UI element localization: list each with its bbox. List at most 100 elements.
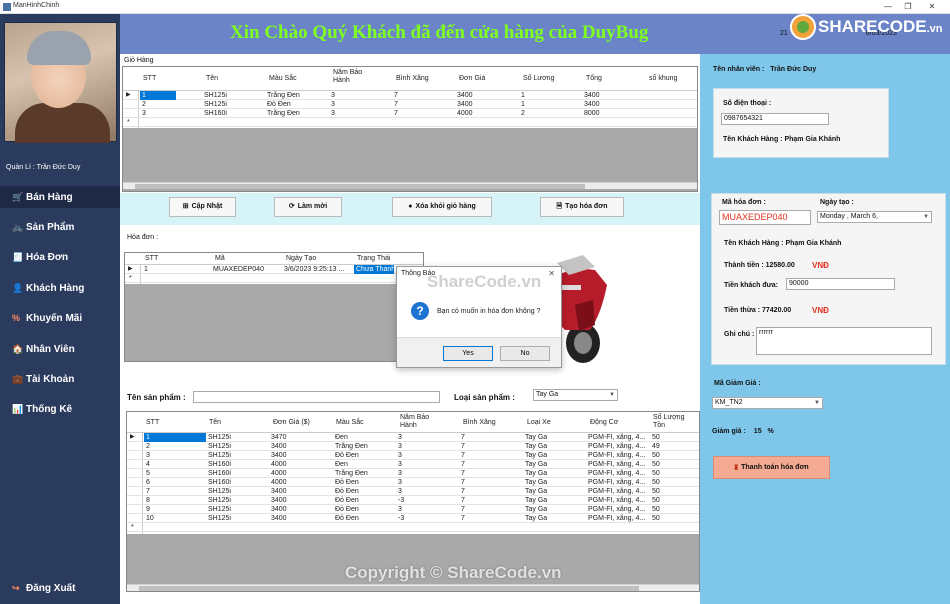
cell: 7 [461,452,465,459]
new-row[interactable]: * [123,118,697,127]
window-title: ManHinhChinh [13,2,60,9]
cell: 7 [461,479,465,486]
cell: 50 [652,452,660,459]
note-textarea[interactable]: rrrrrr [756,327,932,355]
sidebar-item-label: Hóa Đơn [26,252,69,263]
cell: 7 [461,506,465,513]
table-row[interactable]: 10 SH125i 3400 Đỏ Đen -3 7 Tay Ga PGM-FI… [127,514,699,523]
sidebar-item-customers[interactable]: 👤 Khách Hàng [0,277,120,299]
create-invoice-label: Tạo hóa đơn [565,203,608,210]
col-header: số khung [649,75,678,82]
cell: 7 [461,497,465,504]
paid-input[interactable]: 90000 [786,278,895,290]
phone-input[interactable]: 0987654321 [721,113,829,125]
sidebar-item-label: Bán Hàng [26,192,73,203]
cell: 7 [461,434,465,441]
cell: Trắng Đen [335,470,368,477]
sidebar-item-statistics[interactable]: 📊 Thống Kê [0,398,120,420]
cart-hscrollbar[interactable] [123,182,697,189]
sidebar-item-products[interactable]: 🚲 Sản Phẩm [0,216,120,238]
total-currency: VNĐ [812,261,829,270]
created-date-picker[interactable]: Monday , March 6, ▼ [817,211,932,223]
logo-text: SHARECODE [818,17,927,36]
cell: SH125i [208,506,231,513]
paid-label: Tiền khách đưa: [724,282,778,289]
invoice-code-label: Mã hóa đơn : [722,199,766,206]
table-row[interactable]: ▶ 1 SH125i Trắng Đen 3 7 3400 1 3400 [123,91,697,100]
dialog-close-icon[interactable]: ✕ [548,269,555,278]
minimize-button[interactable]: — [878,1,898,12]
table-row[interactable]: ▶ 1 MUAXEDEP040 3/6/2023 9:25:13 ... Chư… [125,265,423,274]
update-button[interactable]: ⊞ Cập Nhật [169,197,236,217]
cell: 4000 [271,479,287,486]
refresh-label: Làm mới [297,203,328,210]
cart-grid[interactable]: STT Tên Màu Sắc Năm Bảo Hành Bình Xăng Đ… [122,66,698,192]
cell: Đỏ Đen [335,515,359,522]
table-row[interactable]: 9 SH125i 3400 Đỏ Đen 3 7 Tay Ga PGM-FI, … [127,505,699,514]
col-header: Trạng Thái [357,255,391,262]
cell: 9 [146,506,150,513]
table-row[interactable]: 3 SH125i 3400 Đỏ Đen 3 7 Tay Ga PGM-FI, … [127,451,699,460]
cell: 3400 [457,101,473,108]
cell: 2 [146,443,150,450]
percent-icon: % [12,313,21,323]
table-row[interactable]: 8 SH125i 3400 Đỏ Đen -3 7 Tay Ga PGM-FI,… [127,496,699,505]
cell: 50 [652,506,660,513]
table-row[interactable]: 3 SH160i Trắng Đen 3 7 4000 2 8000 [123,109,697,118]
sidebar-item-sales[interactable]: 🛒 Bán Hàng [0,186,120,208]
cell: Trắng Đen [267,92,300,99]
header-date-start: 21 [780,30,788,37]
phone-label: Số điện thoại : [723,100,772,107]
table-row[interactable]: 5 SH160i 4000 Trắng Đen 3 7 Tay Ga PGM-F… [127,469,699,478]
scroll-thumb[interactable] [139,586,639,591]
invoices-title: Hóa đơn : [127,234,159,241]
product-name-input[interactable] [193,391,440,403]
chart-icon: 📊 [12,404,24,414]
change-currency: VNĐ [812,306,829,315]
table-row[interactable]: 7 SH125i 3400 Đỏ Đen 3 7 Tay Ga PGM-FI, … [127,487,699,496]
table-row[interactable]: 4 SH160i 4000 Đen 3 7 Tay Ga PGM-FI, xăn… [127,460,699,469]
cell: 4000 [271,461,287,468]
maximize-button[interactable]: ❐ [898,1,918,12]
sidebar-item-promotions[interactable]: % Khuyến Mãi [0,307,120,329]
logout-button[interactable]: ↪ Đăng Xuất [0,577,120,599]
sidebar-item-accounts[interactable]: 💼 Tài Khoản [0,368,120,390]
invoice-code-input[interactable]: MUAXEDEP040 [719,210,811,225]
cell: 7 [461,470,465,477]
product-type-select[interactable]: Tay Ga ▼ [533,389,618,401]
voucher-select[interactable]: KM_TN2 ▼ [712,397,823,409]
col-header: STT [146,419,160,426]
create-invoice-button[interactable]: 🗎 Tạo hóa đơn [540,197,624,217]
table-row[interactable]: 6 SH160i 4000 Đỏ Đen 3 7 Tay Ga PGM-FI, … [127,478,699,487]
no-button[interactable]: No [500,346,550,361]
sidebar-item-staff[interactable]: 🏠 Nhân Viên [0,338,120,360]
cell: 3 [331,110,335,117]
cell: SH125i [204,101,227,108]
row-pointer-icon: ▶ [128,266,133,272]
cell: 2 [521,110,525,117]
new-row[interactable]: * [127,523,699,532]
cell: 4000 [271,470,287,477]
cell: PGM-FI, xăng, 4... [588,497,646,504]
cell: SH125i [208,434,231,441]
table-row[interactable]: ▶ 1 SH125i 3470 Đen 3 7 Tay Ga PGM-FI, x… [127,433,699,442]
close-button[interactable]: ✕ [922,1,942,12]
products-header: STT Tên Đơn Giá ($) Màu Sắc Năm Bảo Hành… [127,412,699,433]
chevron-down-icon: ▼ [814,400,820,406]
table-row[interactable]: 2 SH125i Đỏ Đen 3 7 3400 1 3400 [123,100,697,109]
col-header: STT [143,75,157,82]
yes-button[interactable]: Yes [443,346,493,361]
pay-invoice-button[interactable]: ▮ Thanh toán hóa đơn [713,456,830,479]
remove-label: Xóa khỏi giỏ hàng [415,203,476,210]
invoice-grid[interactable]: STT Mã Ngày Tạo Trạng Thái ▶ 1 MUAXEDEP0… [124,252,424,362]
remove-from-cart-button[interactable]: ● Xóa khỏi giỏ hàng [392,197,492,217]
refresh-button[interactable]: ⟳ Làm mới [274,197,342,217]
col-header: Màu Sắc [336,419,364,426]
col-header: Tên [206,75,219,82]
sidebar-item-invoices[interactable]: 🧾 Hóa Đơn [0,246,120,268]
new-row[interactable]: * [125,274,423,283]
cell: 8000 [584,110,600,117]
products-hscrollbar[interactable] [127,584,699,591]
scroll-thumb[interactable] [135,184,585,189]
table-row[interactable]: 2 SH125i 3400 Trắng Đen 3 7 Tay Ga PGM-F… [127,442,699,451]
